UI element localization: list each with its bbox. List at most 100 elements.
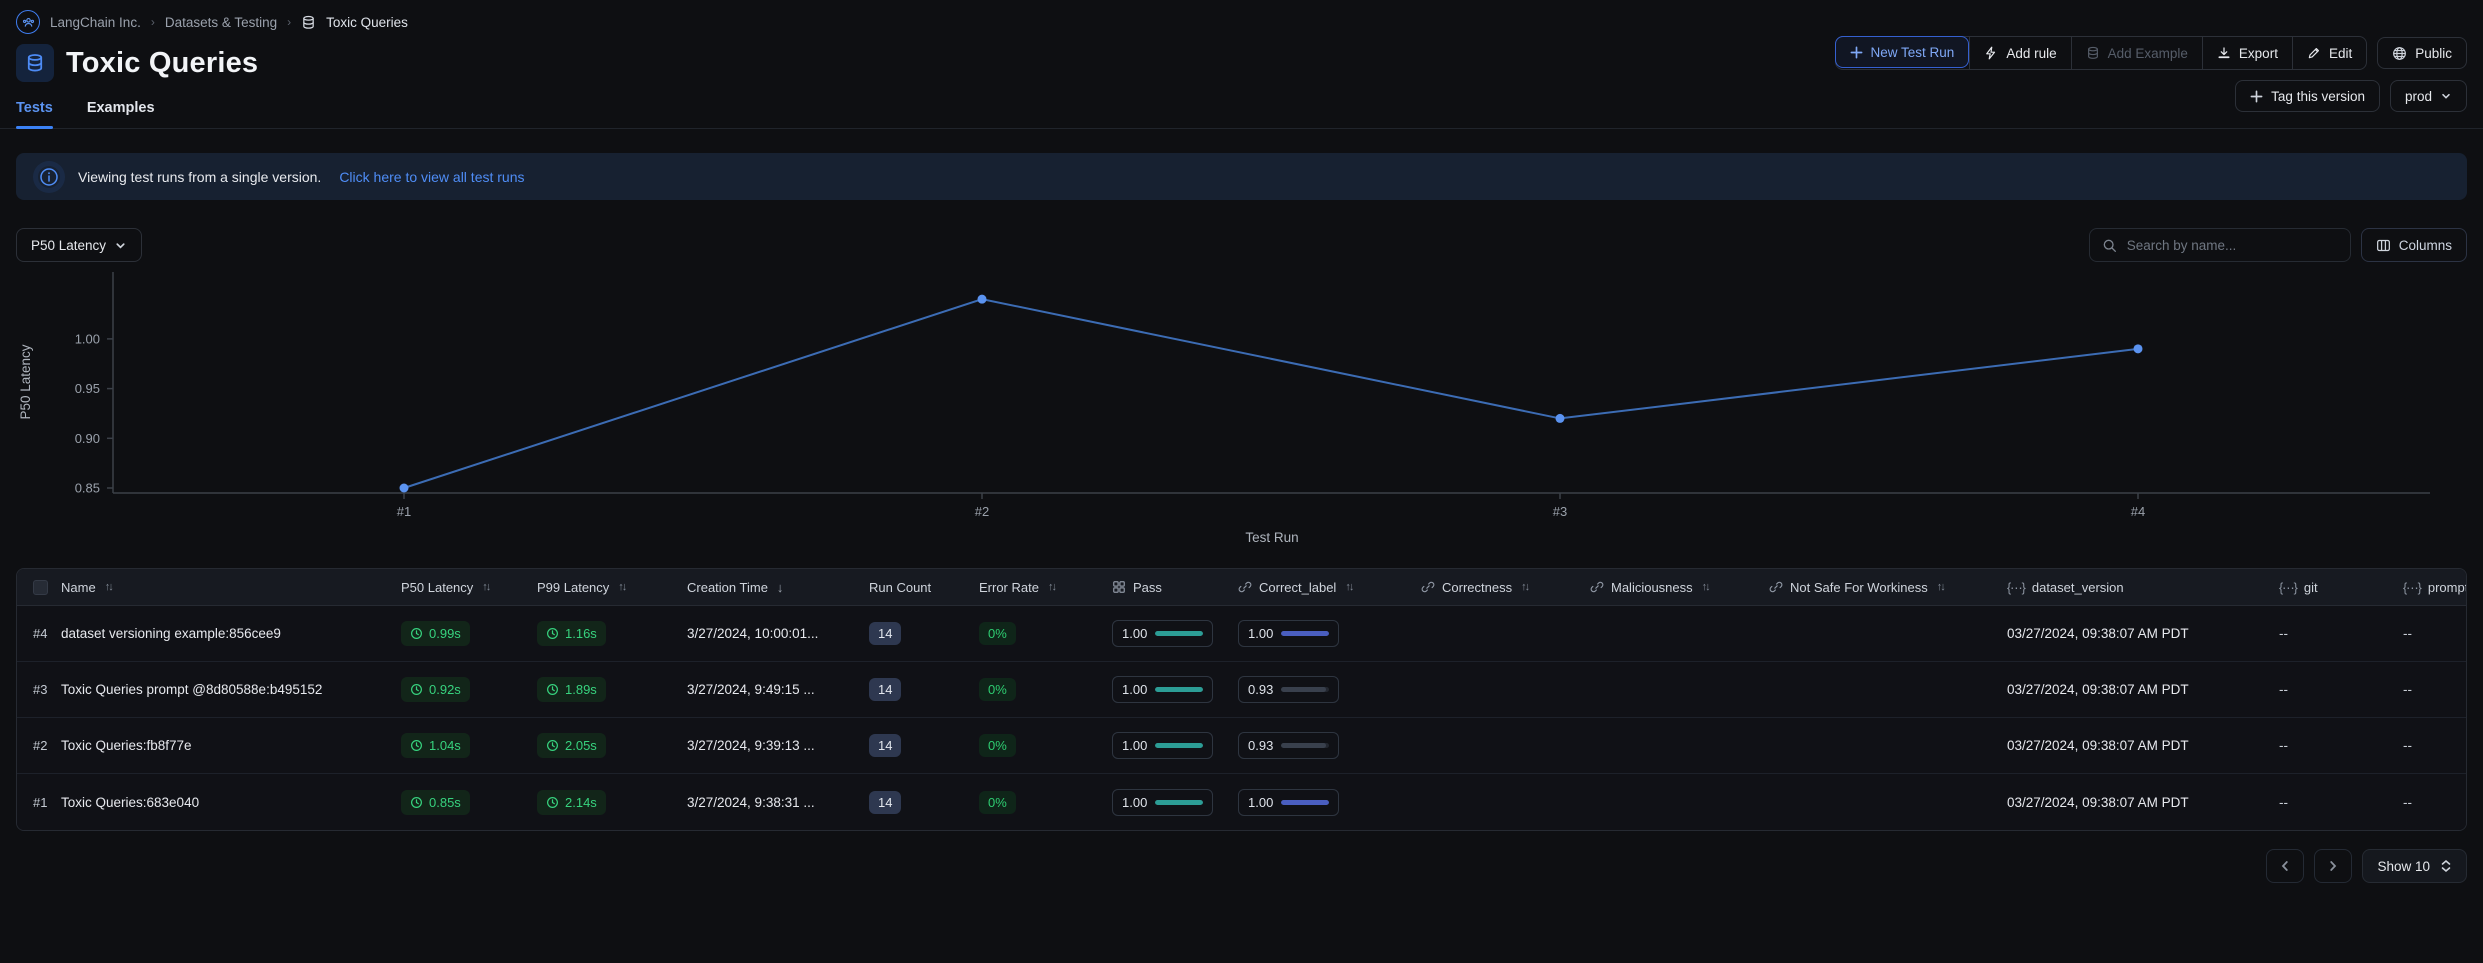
new-test-run-button[interactable]: New Test Run	[1835, 36, 1970, 68]
plus-icon	[2250, 90, 2263, 103]
column-header-run_count: Run Count	[869, 580, 979, 595]
sort-desc-icon[interactable]: ↓	[777, 580, 784, 595]
prev-page-button[interactable]	[2266, 849, 2304, 883]
braces-icon: {⋯}	[2403, 580, 2421, 595]
tab-tests[interactable]: Tests	[16, 100, 53, 128]
bolt-icon	[1984, 46, 1998, 60]
error-rate-badge: 0%	[979, 678, 1112, 701]
breadcrumb-org[interactable]: LangChain Inc.	[50, 15, 141, 30]
git-metadata: --	[2279, 795, 2403, 810]
prompt-metadata: --	[2403, 626, 2467, 641]
table-row[interactable]: #4dataset versioning example:856cee90.99…	[17, 606, 2466, 662]
chart-point[interactable]	[400, 484, 409, 493]
p99-latency-badge: 1.89s	[537, 677, 687, 702]
dataset-version: 03/27/2024, 09:38:07 AM PDT	[2007, 738, 2279, 753]
search-input[interactable]	[2127, 238, 2338, 253]
page-title: Toxic Queries	[66, 47, 258, 80]
chevron-right-icon: ›	[151, 15, 155, 29]
sort-icon[interactable]: ↑↓	[482, 581, 489, 593]
breadcrumb-current: Toxic Queries	[326, 15, 408, 30]
clock-icon	[410, 739, 423, 752]
chart-point[interactable]	[978, 295, 987, 304]
page-size-dropdown[interactable]: Show 10	[2362, 849, 2467, 883]
clock-icon	[410, 683, 423, 696]
x-tick-label: #4	[2131, 504, 2145, 519]
column-header-p50[interactable]: P50 Latency ↑↓	[401, 580, 537, 595]
column-label: P50 Latency	[401, 580, 473, 595]
add-example-button[interactable]: Add Example	[2071, 37, 2202, 69]
column-header-p99[interactable]: P99 Latency↑↓	[537, 580, 687, 595]
database-icon	[301, 15, 316, 30]
braces-icon: {⋯}	[2279, 580, 2297, 595]
sort-icon[interactable]: ↑↓	[1345, 581, 1352, 593]
score-box: 0.93	[1238, 732, 1339, 759]
sort-icon[interactable]: ↑↓	[1702, 581, 1709, 593]
edit-button[interactable]: Edit	[2292, 37, 2366, 69]
database-icon	[2086, 46, 2100, 60]
sort-icon[interactable]: ↑↓	[618, 581, 625, 593]
sort-icon[interactable]: ↑↓	[1937, 581, 1944, 593]
chevron-right-icon	[2326, 859, 2340, 873]
pencil-icon	[2307, 46, 2321, 60]
score-box: 1.00	[1112, 789, 1213, 816]
y-axis-label: P50 Latency	[18, 344, 33, 419]
run-name: Toxic Queries prompt @8d80588e:b495152	[61, 682, 401, 697]
column-label: Creation Time	[687, 580, 768, 595]
pass-score: 1.00	[1112, 789, 1238, 816]
tab-examples[interactable]: Examples	[87, 100, 155, 128]
columns-button[interactable]: Columns	[2361, 228, 2467, 262]
select-all-checkbox[interactable]	[33, 580, 48, 595]
public-button[interactable]: Public	[2377, 37, 2467, 69]
action-button-group: New Test Run Add rule Add Example	[1835, 36, 2368, 70]
column-header-nsfw[interactable]: Not Safe For Workiness↑↓	[1769, 580, 2007, 595]
sort-icon[interactable]: ↑↓	[1048, 581, 1055, 593]
tag-this-version-button[interactable]: Tag this version	[2235, 80, 2380, 112]
org-avatar-icon[interactable]	[16, 10, 40, 34]
error-rate-badge: 0%	[979, 791, 1112, 814]
metric-selector-dropdown[interactable]: P50 Latency	[16, 228, 142, 262]
select-all-cell[interactable]	[17, 580, 61, 595]
column-header-maliciousness[interactable]: Maliciousness↑↓	[1590, 580, 1769, 595]
score-box: 1.00	[1238, 620, 1339, 647]
column-label: prompt	[2428, 580, 2467, 595]
search-input-wrapper	[2089, 228, 2351, 262]
sort-icon[interactable]: ↑↓	[1521, 581, 1528, 593]
column-label: Error Rate	[979, 580, 1039, 595]
correct-label-score: 0.93	[1238, 676, 1421, 703]
prompt-metadata: --	[2403, 738, 2467, 753]
column-header-correctness[interactable]: Correctness ↑↓	[1421, 580, 1590, 595]
sort-icon[interactable]: ↑↓	[105, 581, 112, 593]
score-box: 0.93	[1238, 676, 1339, 703]
chart-point[interactable]	[2134, 344, 2143, 353]
export-button[interactable]: Export	[2202, 37, 2292, 69]
table-row[interactable]: #2Toxic Queries:fb8f77e1.04s2.05s3/27/20…	[17, 718, 2466, 774]
x-tick-label: #1	[397, 504, 411, 519]
p50-latency-badge: 0.92s	[401, 677, 537, 702]
column-header-creation[interactable]: Creation Time ↓	[687, 580, 869, 595]
column-header-name[interactable]: Name↑↓	[61, 580, 401, 595]
pagination: Show 10	[16, 849, 2467, 883]
table-row[interactable]: #3Toxic Queries prompt @8d80588e:b495152…	[17, 662, 2466, 718]
column-label: Correct_label	[1259, 580, 1336, 595]
column-label: Correctness	[1442, 580, 1512, 595]
view-all-test-runs-link[interactable]: Click here to view all test runs	[339, 169, 524, 185]
run-name: dataset versioning example:856cee9	[61, 626, 401, 641]
y-tick-label: 1.00	[75, 331, 100, 346]
columns-icon	[2376, 238, 2391, 253]
column-header-pass: Pass	[1112, 580, 1238, 595]
version-tag-dropdown[interactable]: prod	[2390, 80, 2467, 112]
dataset-version: 03/27/2024, 09:38:07 AM PDT	[2007, 682, 2279, 697]
column-header-correct_label[interactable]: Correct_label ↑↓	[1238, 580, 1421, 595]
add-rule-button[interactable]: Add rule	[1969, 37, 2070, 69]
column-header-error_rate[interactable]: Error Rate ↑↓	[979, 580, 1112, 595]
score-box: 1.00	[1112, 620, 1213, 647]
run-name: Toxic Queries:fb8f77e	[61, 738, 401, 753]
chart-point[interactable]	[1556, 414, 1565, 423]
next-page-button[interactable]	[2314, 849, 2352, 883]
run-rank: #3	[17, 682, 61, 697]
breadcrumb-section[interactable]: Datasets & Testing	[165, 15, 277, 30]
creation-time: 3/27/2024, 9:38:31 ...	[687, 795, 869, 810]
table-row[interactable]: #1Toxic Queries:683e0400.85s2.14s3/27/20…	[17, 774, 2466, 830]
correct-label-score: 1.00	[1238, 620, 1421, 647]
x-tick-label: #3	[1553, 504, 1567, 519]
